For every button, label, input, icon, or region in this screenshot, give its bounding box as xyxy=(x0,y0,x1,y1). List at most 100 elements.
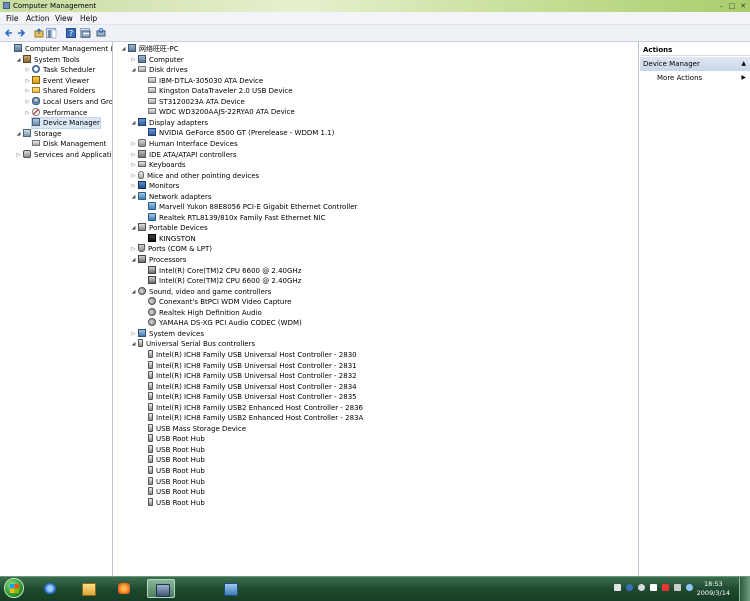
expand-arrow-icon[interactable]: ▷ xyxy=(25,76,30,86)
title-bar[interactable]: Computer Management – □ ✕ xyxy=(0,0,750,12)
back-icon[interactable] xyxy=(4,28,14,38)
tree-system-tools[interactable]: ◢ System Tools xyxy=(17,54,80,65)
tree-local-users[interactable]: ▷ Local Users and Groups xyxy=(26,97,112,107)
help-icon[interactable]: ? xyxy=(66,28,76,38)
expand-arrow-icon[interactable]: ▷ xyxy=(131,171,136,181)
device-node[interactable]: ▷ Human Interface Devices xyxy=(132,138,238,149)
collapse-caret-icon[interactable]: ▲ xyxy=(741,57,746,71)
device-node[interactable]: ◢ Portable Devices xyxy=(132,223,208,233)
help-tray-icon[interactable] xyxy=(626,584,633,591)
network-tray-icon[interactable] xyxy=(614,584,621,591)
device-node[interactable]: Intel(R) ICH8 Family USB Universal Host … xyxy=(148,349,357,360)
tree-event-viewer[interactable]: ▷ Event Viewer xyxy=(26,75,89,86)
start-button[interactable] xyxy=(4,578,24,598)
expand-arrow-icon[interactable]: ▷ xyxy=(131,329,136,339)
menu-view[interactable]: View xyxy=(55,14,73,23)
expand-arrow-icon[interactable]: ▷ xyxy=(131,244,136,254)
device-node[interactable]: USB Root Hub xyxy=(148,455,205,465)
collapse-arrow-icon[interactable]: ◢ xyxy=(131,118,136,128)
device-node[interactable]: USB Root Hub xyxy=(148,487,205,497)
power-tray-icon[interactable] xyxy=(686,584,693,591)
device-node[interactable]: Intel(R) ICH8 Family USB Universal Host … xyxy=(148,371,357,381)
device-node[interactable]: ST3120023A ATA Device xyxy=(148,97,245,107)
device-node[interactable]: ◢ 网络旺旺-PC xyxy=(122,44,179,54)
device-node[interactable]: Marvell Yukon 88E8056 PCI-E Gigabit Ethe… xyxy=(148,202,357,212)
device-node[interactable]: ◢ Universal Serial Bus controllers xyxy=(132,339,255,349)
internet-explorer-icon[interactable] xyxy=(36,579,64,598)
device-node[interactable]: USB Mass Storage Device xyxy=(148,423,246,434)
device-node[interactable]: Intel(R) ICH8 Family USB Universal Host … xyxy=(148,360,357,371)
expand-arrow-icon[interactable]: ▷ xyxy=(131,150,136,160)
collapse-arrow-icon[interactable]: ◢ xyxy=(16,129,21,139)
device-node[interactable]: ▷ Mice and other pointing devices xyxy=(132,170,259,181)
clock[interactable]: 18:53 2009/3/14 xyxy=(697,580,730,598)
device-node[interactable]: NVIDIA GeForce 8500 GT (Prerelease - WDD… xyxy=(148,128,334,138)
device-node[interactable]: WDC WD3200AAJS-22RYA0 ATA Device xyxy=(148,107,295,117)
forward-icon[interactable] xyxy=(16,28,26,38)
more-actions-arrow-icon[interactable]: ▶ xyxy=(741,74,746,81)
expand-arrow-icon[interactable]: ▷ xyxy=(131,139,136,149)
flag-tray-icon[interactable] xyxy=(662,584,669,591)
tree-storage[interactable]: ◢ Storage xyxy=(17,128,61,139)
windows-explorer-icon[interactable] xyxy=(74,579,102,598)
tree-task-scheduler[interactable]: ▷ Task Scheduler xyxy=(26,65,95,75)
device-node[interactable]: Intel(R) ICH8 Family USB2 Enhanced Host … xyxy=(148,413,363,423)
collapse-arrow-icon[interactable]: ◢ xyxy=(131,339,136,349)
tree-services-applications[interactable]: ▷ Services and Applications xyxy=(17,150,112,160)
globe-tray-icon[interactable] xyxy=(638,584,645,591)
tree-device-manager[interactable]: Device Manager xyxy=(31,117,101,130)
collapse-arrow-icon[interactable]: ◢ xyxy=(16,55,21,65)
expand-arrow-icon[interactable]: ▷ xyxy=(25,108,30,118)
tree-performance[interactable]: ▷ Performance xyxy=(26,107,87,118)
display-tray-icon[interactable] xyxy=(650,584,657,591)
collapse-arrow-icon[interactable]: ◢ xyxy=(131,192,136,202)
actions-section-device-manager[interactable]: Device Manager ▲ xyxy=(640,57,750,71)
device-node[interactable]: ◢ Display adapters xyxy=(132,117,208,128)
properties-icon[interactable] xyxy=(80,28,91,38)
device-node[interactable]: ▷ Monitors xyxy=(132,181,179,191)
device-node[interactable]: USB Root Hub xyxy=(148,444,205,455)
menu-action[interactable]: Action xyxy=(26,14,50,23)
device-node[interactable]: ▷ Computer xyxy=(132,54,184,65)
device-node[interactable]: Realtek RTL8139/810x Family Fast Etherne… xyxy=(148,212,325,223)
computer-management-icon[interactable] xyxy=(147,579,175,598)
speaker-tray-icon[interactable] xyxy=(674,584,681,591)
expand-arrow-icon[interactable]: ▷ xyxy=(25,65,30,75)
collapse-arrow-icon[interactable]: ◢ xyxy=(131,255,136,265)
media-player-icon[interactable] xyxy=(110,579,138,598)
device-node[interactable]: USB Root Hub xyxy=(148,497,205,508)
device-node[interactable]: ▷ Ports (COM & LPT) xyxy=(132,244,212,254)
collapse-arrow-icon[interactable]: ◢ xyxy=(131,287,136,297)
more-actions-link[interactable]: More Actions xyxy=(657,74,702,82)
tree-shared-folders[interactable]: ▷ Shared Folders xyxy=(26,86,95,96)
device-node[interactable]: Kingston DataTraveler 2.0 USB Device xyxy=(148,86,293,96)
collapse-arrow-icon[interactable]: ◢ xyxy=(131,223,136,233)
collapse-arrow-icon[interactable]: ◢ xyxy=(131,65,136,75)
device-node[interactable]: Intel(R) ICH8 Family USB Universal Host … xyxy=(148,381,357,392)
device-node[interactable]: ▷ IDE ATA/ATAPI controllers xyxy=(132,149,237,160)
device-node[interactable]: Intel(R) ICH8 Family USB Universal Host … xyxy=(148,392,357,402)
device-node[interactable]: KINGSTON xyxy=(148,233,196,244)
device-node[interactable]: USB Root Hub xyxy=(148,476,205,487)
show-hide-tree-icon[interactable] xyxy=(46,28,57,39)
scan-hardware-icon[interactable] xyxy=(96,28,106,38)
device-node[interactable]: ◢ Sound, video and game controllers xyxy=(132,286,271,297)
device-node[interactable]: YAMAHA DS-XG PCI Audio CODEC (WDM) xyxy=(148,318,302,328)
expand-arrow-icon[interactable]: ▷ xyxy=(25,97,30,107)
expand-arrow-icon[interactable]: ▷ xyxy=(16,150,21,160)
device-node[interactable]: USB Root Hub xyxy=(148,466,205,476)
device-node[interactable]: Intel(R) Core(TM)2 CPU 6600 @ 2.40GHz xyxy=(148,276,301,286)
close-button[interactable]: ✕ xyxy=(738,2,748,10)
device-node[interactable]: Conexant's BtPCI WDM Video Capture xyxy=(148,297,291,307)
network-icon[interactable] xyxy=(216,579,244,598)
maximize-button[interactable]: □ xyxy=(727,2,737,10)
device-node[interactable]: IBM-DTLA-305030 ATA Device xyxy=(148,76,263,86)
device-node[interactable]: ▷ System devices xyxy=(132,328,204,339)
menu-help[interactable]: Help xyxy=(80,14,97,23)
expand-arrow-icon[interactable]: ▷ xyxy=(131,55,136,65)
menu-file[interactable]: File xyxy=(6,14,19,23)
device-node[interactable]: ▷ Keyboards xyxy=(132,160,186,170)
expand-arrow-icon[interactable]: ▷ xyxy=(25,86,30,96)
device-node[interactable]: Intel(R) Core(TM)2 CPU 6600 @ 2.40GHz xyxy=(148,265,301,276)
expand-arrow-icon[interactable]: ▷ xyxy=(131,160,136,170)
